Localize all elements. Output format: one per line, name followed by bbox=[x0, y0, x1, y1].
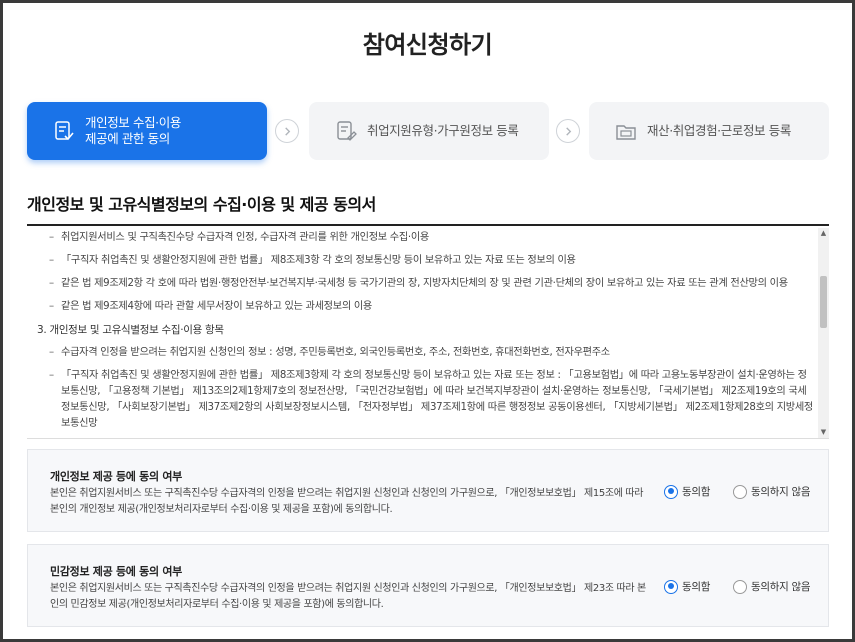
chevron-right-icon bbox=[556, 119, 580, 143]
list-item: 같은 법 제9조제4항에 따라 관할 세무서장이 보유하고 있는 과세정보의 이… bbox=[49, 299, 813, 315]
step-label: 재산·취업경험·근로정보 등록 bbox=[647, 123, 791, 138]
step-indicator: 개인정보 수집·이용 제공에 관한 동의 취업지원유형·가구원정보 등록 재산·… bbox=[27, 102, 829, 160]
consent-title: 개인정보 제공 등에 동의 여부 bbox=[50, 470, 182, 483]
step-employment-type[interactable]: 취업지원유형·가구원정보 등록 bbox=[309, 102, 549, 160]
step-label: 개인정보 수집·이용 제공에 관한 동의 bbox=[85, 115, 181, 146]
agree-radio[interactable]: 동의함 bbox=[664, 484, 710, 499]
document-edit-icon bbox=[337, 121, 357, 141]
terms-scroll-area[interactable]: 취업지원서비스 및 구직촉진수당 수급자격 인정, 수급자격 관리를 위한 개인… bbox=[27, 224, 829, 439]
page-title: 참여신청하기 bbox=[362, 31, 493, 59]
radio-label: 동의하지 않음 bbox=[751, 486, 811, 498]
folder-icon bbox=[616, 125, 636, 140]
list-item: 「구직자 취업촉진 및 생활안정지원에 관한 법률」 제8조제3항제 각 호의 … bbox=[49, 368, 813, 432]
consent-description: 본인은 취업지원서비스 또는 구직촉진수당 수급자격의 인정을 받으려는 취업지… bbox=[50, 488, 644, 515]
radio-unchecked-icon[interactable] bbox=[733, 484, 747, 499]
section-title: 개인정보 및 고유식별정보의 수집·이용 및 제공 동의서 bbox=[27, 195, 376, 214]
terms-content: 취업지원서비스 및 구직촉진수당 수급자격 인정, 수급자격 관리를 위한 개인… bbox=[27, 226, 813, 438]
disagree-radio[interactable]: 동의하지 않음 bbox=[733, 484, 811, 499]
radio-unchecked-icon[interactable] bbox=[733, 579, 747, 594]
step-label: 취업지원유형·가구원정보 등록 bbox=[367, 123, 519, 138]
list-item: 같은 법 제9조제2항 각 호에 따라 법원·행정안전부·보건복지부·국세청 등… bbox=[49, 276, 813, 292]
agree-radio[interactable]: 동의함 bbox=[664, 579, 710, 594]
radio-label: 동의함 bbox=[682, 486, 711, 498]
step-assets[interactable]: 재산·취업경험·근로정보 등록 bbox=[589, 102, 829, 160]
document-check-icon bbox=[55, 121, 74, 141]
scrollbar[interactable]: ▲ ▼ bbox=[818, 228, 829, 438]
sensitive-info-consent: 민감정보 제공 등에 동의 여부 본인은 취업지원서비스 또는 구직촉진수당 수… bbox=[27, 544, 829, 627]
radio-label: 동의하지 않음 bbox=[751, 581, 811, 593]
list-item: 수급자격 인정을 받으려는 취업지원 신청인의 정보 : 성명, 주민등록번호,… bbox=[49, 345, 813, 361]
consent-description: 본인은 취업지원서비스 또는 구직촉진수당 수급자격의 인정을 받으려는 취업지… bbox=[50, 583, 646, 610]
list-item: 「구직자 취업촉진 및 생활안정지원에 관한 법률」 제8조제3항 각 호의 정… bbox=[49, 253, 813, 269]
app-window: 참여신청하기 개인정보 수집·이용 제공에 관한 동의 취업지원유형·가구원정보… bbox=[3, 3, 852, 639]
chevron-right-icon bbox=[275, 119, 299, 143]
terms-heading: 3. 개인정보 및 고유식별정보 수집·이용 항목 bbox=[37, 324, 224, 336]
scroll-thumb[interactable] bbox=[820, 276, 827, 328]
personal-info-consent: 개인정보 제공 등에 동의 여부 본인은 취업지원서비스 또는 구직촉진수당 수… bbox=[27, 449, 829, 532]
disagree-radio[interactable]: 동의하지 않음 bbox=[733, 579, 811, 594]
radio-checked-icon[interactable] bbox=[664, 484, 678, 499]
scroll-up-icon[interactable]: ▲ bbox=[818, 228, 829, 239]
list-item: 취업지원서비스 및 구직촉진수당 수급자격 인정, 수급자격 관리를 위한 개인… bbox=[49, 230, 813, 246]
step-consent[interactable]: 개인정보 수집·이용 제공에 관한 동의 bbox=[27, 102, 267, 160]
radio-label: 동의함 bbox=[682, 581, 711, 593]
radio-checked-icon[interactable] bbox=[664, 579, 678, 594]
consent-title: 민감정보 제공 등에 동의 여부 bbox=[50, 565, 182, 578]
scroll-down-icon[interactable]: ▼ bbox=[818, 427, 829, 438]
